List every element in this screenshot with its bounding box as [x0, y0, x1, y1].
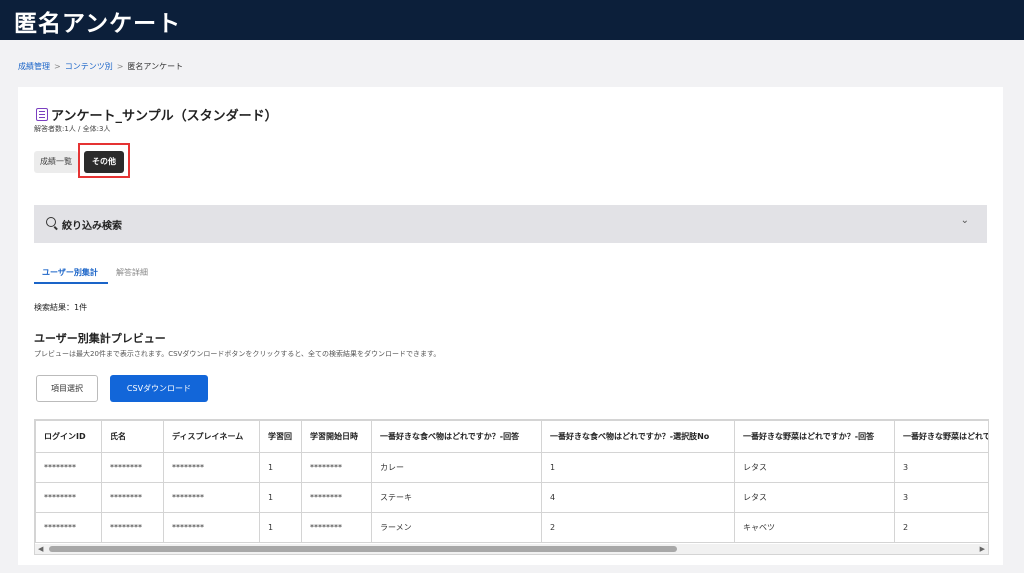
tab-user-summary[interactable]: ユーザー別集計: [42, 267, 98, 278]
table-cell: ********: [301, 482, 372, 513]
column-header: 学習開始日時: [301, 420, 372, 453]
table-cell: ********: [35, 482, 102, 513]
table-cell: ********: [301, 512, 372, 543]
scrollbar-thumb[interactable]: [49, 546, 677, 552]
table-cell: 1: [541, 452, 735, 483]
table-cell: ********: [301, 452, 372, 483]
table-cell: ********: [35, 452, 102, 483]
top-header: 匿名アンケート: [0, 0, 1024, 40]
table-cell: レタス: [734, 452, 895, 483]
table-cell: ********: [101, 482, 164, 513]
table-row: ******** ******** ******** 1 ******** カレ…: [35, 452, 988, 483]
column-header: 一番好きな食べ物はどれですか？-選択肢No: [541, 420, 735, 453]
scroll-left-arrow[interactable]: ◀: [38, 544, 43, 554]
table-row: ******** ******** ******** 1 ******** ステ…: [35, 482, 988, 513]
column-header: 一番好きな食べ物はどれですか？-回答: [371, 420, 542, 453]
table-cell: 1: [259, 512, 302, 543]
table-row: ******** ******** ******** 1 ******** ラー…: [35, 512, 988, 543]
table-cell: ********: [163, 482, 260, 513]
table-cell: ********: [101, 512, 164, 543]
horizontal-scrollbar[interactable]: ◀ ▶: [35, 544, 988, 554]
table-header-row: ログインID 氏名 ディスプレイネーム 学習回 学習開始日時 一番好きな食べ物は…: [35, 420, 988, 453]
table-cell: ********: [163, 512, 260, 543]
breadcrumb-item-current: 匿名アンケート: [127, 62, 184, 71]
table-cell: 3: [894, 452, 988, 483]
active-tab-indicator: [34, 282, 108, 284]
breadcrumb: 成績管理 > コンテンツ別 > 匿名アンケート: [18, 61, 183, 72]
breadcrumb-item-content[interactable]: コンテンツ別: [65, 62, 113, 71]
column-header: 一番好きな野菜はどれですか？-回答: [734, 420, 895, 453]
table-cell: ********: [101, 452, 164, 483]
search-icon: [46, 217, 56, 227]
preview-table: ログインID 氏名 ディスプレイネーム 学習回 学習開始日時 一番好きな食べ物は…: [35, 420, 988, 543]
survey-icon: [36, 108, 48, 121]
filter-search-bar[interactable]: 絞り込み検索 ⌄: [34, 205, 987, 243]
page-title: 匿名アンケート: [14, 11, 182, 37]
table-cell: ラーメン: [371, 512, 542, 543]
tab-grades-list[interactable]: 成績一覧: [34, 151, 78, 173]
preview-heading: ユーザー別集計プレビュー: [34, 332, 166, 345]
column-header: 一番好きな野菜はどれですか？-選択肢No: [894, 420, 988, 453]
table-cell: 1: [259, 482, 302, 513]
table-cell: ********: [35, 512, 102, 543]
content-card: アンケート_サンプル（スタンダード） 解答者数:1人 / 全体:3人 成績一覧 …: [18, 87, 1003, 565]
breadcrumb-item-grades[interactable]: 成績管理: [18, 62, 50, 71]
table-cell: レタス: [734, 482, 895, 513]
table-cell: キャベツ: [734, 512, 895, 543]
filter-label: 絞り込み検索: [62, 221, 122, 232]
preview-table-container[interactable]: ログインID 氏名 ディスプレイネーム 学習回 学習開始日時 一番好きな食べ物は…: [34, 419, 989, 555]
item-select-button[interactable]: 項目選択: [36, 375, 98, 402]
survey-title-text: アンケート_サンプル（スタンダード）: [51, 109, 278, 124]
table-cell: 2: [894, 512, 988, 543]
table-cell: 2: [541, 512, 735, 543]
result-count: 検索結果：1件: [34, 303, 88, 312]
response-count: 解答者数:1人 / 全体:3人: [34, 125, 111, 133]
column-header: ディスプレイネーム: [163, 420, 260, 453]
survey-title: アンケート_サンプル（スタンダード）: [36, 105, 278, 124]
tab-answer-detail[interactable]: 解答詳細: [116, 267, 148, 278]
column-header: 氏名: [101, 420, 164, 453]
table-cell: カレー: [371, 452, 542, 483]
highlight-box: [78, 143, 130, 178]
table-cell: 3: [894, 482, 988, 513]
chevron-right-icon: >: [116, 62, 124, 71]
chevron-down-icon[interactable]: ⌄: [961, 215, 969, 226]
table-cell: 4: [541, 482, 735, 513]
chevron-right-icon: >: [54, 62, 61, 71]
table-cell: ステーキ: [371, 482, 542, 513]
scroll-right-arrow[interactable]: ▶: [980, 544, 985, 554]
table-cell: 1: [259, 452, 302, 483]
preview-note: プレビューは最大20件まで表示されます。CSVダウンロードボタンをクリックすると…: [34, 350, 441, 358]
column-header: ログインID: [35, 420, 102, 453]
column-header: 学習回: [259, 420, 302, 453]
table-cell: ********: [163, 452, 260, 483]
csv-download-button[interactable]: CSVダウンロード: [110, 375, 208, 402]
